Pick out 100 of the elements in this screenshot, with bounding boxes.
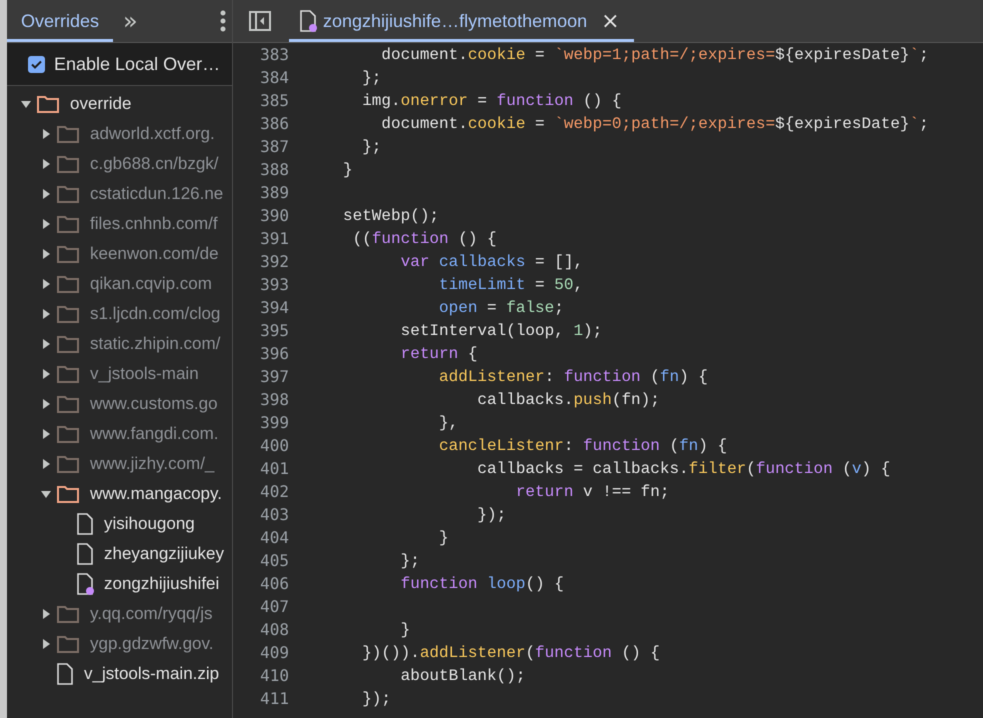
folder-name: qikan.cqvip.com xyxy=(90,274,212,294)
file-item[interactable]: zongzhijiushifei xyxy=(7,569,232,599)
folder-icon xyxy=(56,274,80,294)
folder-item[interactable]: qikan.cqvip.com xyxy=(7,269,232,299)
folder-item[interactable]: s1.ljcdn.com/clog xyxy=(7,299,232,329)
line-number: 390 xyxy=(259,206,289,225)
line-number: 407 xyxy=(259,597,289,616)
more-tabs-button[interactable]: » xyxy=(115,0,146,42)
folder-item[interactable]: www.fangdi.com. xyxy=(7,419,232,449)
folder-item[interactable]: adworld.xctf.org. xyxy=(7,119,232,149)
folder-name: y.qq.com/ryqq/js xyxy=(90,604,213,624)
folder-name: c.gb688.cn/bzgk/ xyxy=(90,154,219,174)
code-line: img.onerror = function () { xyxy=(361,92,622,110)
collapsed-arrow-icon[interactable] xyxy=(40,308,52,320)
line-number: 384 xyxy=(259,68,289,87)
folder-icon xyxy=(56,184,80,204)
line-number: 389 xyxy=(259,183,289,202)
file-icon xyxy=(56,663,74,685)
collapsed-arrow-icon[interactable] xyxy=(40,188,52,200)
folder-item[interactable]: www.customs.go xyxy=(7,389,232,419)
file-name: v_jstools-main.zip xyxy=(84,664,220,684)
code-line: callbacks.push(fn); xyxy=(476,390,660,408)
collapsed-arrow-icon[interactable] xyxy=(40,248,52,260)
folder-name: cstaticdun.126.ne xyxy=(90,184,224,204)
collapsed-arrow-icon[interactable] xyxy=(40,458,52,470)
folder-icon xyxy=(36,94,60,114)
folder-name: www.mangacopy. xyxy=(90,484,222,504)
code-line: })()).addListener(function () { xyxy=(361,644,660,662)
folder-item[interactable]: www.jizhy.com/_ xyxy=(7,449,232,479)
line-number: 395 xyxy=(259,321,289,340)
folder-item[interactable]: override xyxy=(7,89,232,119)
line-number: 408 xyxy=(259,620,289,639)
folder-name: www.jizhy.com/_ xyxy=(90,454,214,474)
collapsed-arrow-icon[interactable] xyxy=(40,608,52,620)
folder-item[interactable]: www.mangacopy. xyxy=(7,479,232,509)
line-number: 387 xyxy=(259,137,289,156)
code-line: }); xyxy=(361,690,392,708)
expanded-arrow-icon[interactable] xyxy=(20,98,32,110)
code-line: callbacks = callbacks.filter(function (v) { xyxy=(476,460,890,478)
file-item[interactable]: yisihougong xyxy=(7,509,232,539)
folder-icon xyxy=(56,304,80,324)
collapsed-arrow-icon[interactable] xyxy=(40,158,52,170)
folder-icon xyxy=(56,124,80,144)
collapsed-arrow-icon[interactable] xyxy=(40,428,52,440)
code-line: addListener: function (fn) { xyxy=(438,368,708,386)
close-button[interactable]: × xyxy=(597,8,624,34)
code-line: } xyxy=(400,620,410,638)
checkmark-icon xyxy=(31,60,42,68)
folder-name: s1.ljcdn.com/clog xyxy=(90,304,220,324)
line-number: 388 xyxy=(259,160,289,179)
collapsed-arrow-icon[interactable] xyxy=(40,638,52,650)
expanded-arrow-icon[interactable] xyxy=(40,488,52,500)
line-number: 410 xyxy=(259,666,289,685)
line-number: 385 xyxy=(259,91,289,110)
collapsed-arrow-icon[interactable] xyxy=(40,218,52,230)
folder-name: keenwon.com/de xyxy=(90,244,219,264)
collapsed-arrow-icon[interactable] xyxy=(40,338,52,350)
file-name: zheyangzijiukey xyxy=(104,544,224,564)
line-number: 403 xyxy=(259,505,289,524)
code-line: return { xyxy=(400,344,478,362)
checkbox-label: Enable Local Over… xyxy=(54,54,220,74)
folder-item[interactable]: c.gb688.cn/bzgk/ xyxy=(7,149,232,179)
folder-item[interactable]: static.zhipin.com/ xyxy=(7,329,232,359)
folder-icon xyxy=(56,334,80,354)
folder-item[interactable]: v_jstools-main xyxy=(7,359,232,389)
file-icon xyxy=(76,543,94,565)
code-line: document.cookie = `webp=0;path=/;expires=${expiresDate}`; xyxy=(380,114,929,132)
folder-icon xyxy=(56,604,80,624)
line-number: 404 xyxy=(259,528,289,547)
line-number: 402 xyxy=(259,482,289,501)
collapsed-arrow-icon[interactable] xyxy=(40,398,52,410)
collapsed-arrow-icon[interactable] xyxy=(40,368,52,380)
code-line: ((function () { xyxy=(352,230,497,248)
folder-icon xyxy=(56,484,80,504)
folder-icon xyxy=(56,454,80,474)
checkbox[interactable] xyxy=(28,56,45,72)
folder-icon xyxy=(56,364,80,384)
file-tab-label: zongzhijiushife…flymetothemoon xyxy=(323,10,588,32)
file-item[interactable]: zheyangzijiukey xyxy=(7,539,232,569)
file-item[interactable]: v_jstools-main.zip xyxy=(7,659,232,689)
folder-item[interactable]: files.cnhnb.com/f xyxy=(7,209,232,239)
line-number: 400 xyxy=(259,436,289,455)
line-number: 406 xyxy=(259,574,289,593)
folder-item[interactable]: keenwon.com/de xyxy=(7,239,232,269)
collapsed-arrow-icon[interactable] xyxy=(40,128,52,140)
folder-item[interactable]: ygp.gdzwfw.gov. xyxy=(7,629,232,659)
collapsed-arrow-icon[interactable] xyxy=(40,278,52,290)
folder-icon xyxy=(56,244,80,264)
folder-item[interactable]: cstaticdun.126.ne xyxy=(7,179,232,209)
folder-icon xyxy=(56,424,80,444)
line-number: 399 xyxy=(259,413,289,432)
line-number: 397 xyxy=(259,367,289,386)
line-number: 383 xyxy=(259,45,289,64)
folder-name: www.customs.go xyxy=(90,394,218,414)
folder-item[interactable]: y.qq.com/ryqq/js xyxy=(7,599,232,629)
code-line: aboutBlank(); xyxy=(400,666,526,684)
folder-icon xyxy=(56,214,80,234)
line-number: 392 xyxy=(259,252,289,271)
line-number: 409 xyxy=(259,643,289,662)
line-number: 393 xyxy=(259,275,289,294)
